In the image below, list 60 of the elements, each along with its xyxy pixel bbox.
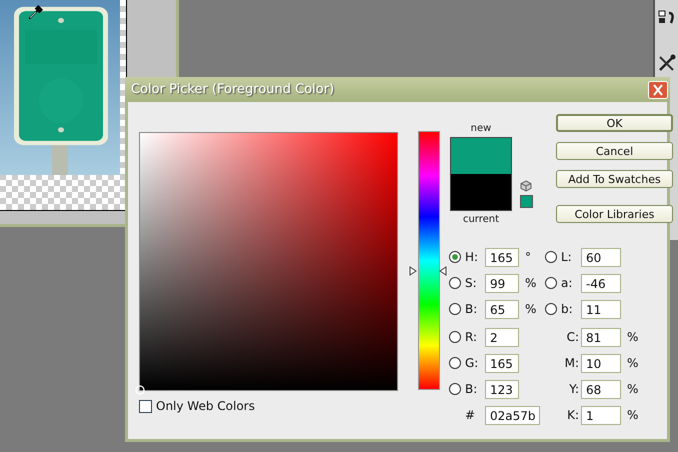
field-label: # xyxy=(465,408,476,422)
field-label: b: xyxy=(561,302,574,316)
field-label: H: xyxy=(465,250,480,264)
field-label: M: xyxy=(564,356,580,370)
unit-label: % xyxy=(626,382,637,396)
input-field[interactable]: 02a57b xyxy=(485,406,540,424)
dialog-button[interactable]: Cancel xyxy=(556,142,673,160)
input-field[interactable]: 1 xyxy=(581,406,621,424)
cube-icon[interactable] xyxy=(520,180,532,192)
radio-button[interactable] xyxy=(449,251,461,263)
input-field[interactable]: 81 xyxy=(581,328,621,346)
dialog-button[interactable]: OK xyxy=(556,114,673,132)
unit-label: % xyxy=(626,356,637,370)
field-label: Y: xyxy=(568,382,580,396)
input-field[interactable]: 60 xyxy=(581,248,621,266)
input-field[interactable]: 123 xyxy=(485,380,519,398)
unit-label: ° xyxy=(524,250,532,264)
dialog-title: Color Picker (Foreground Color) xyxy=(131,82,334,97)
radio-button[interactable] xyxy=(449,303,461,315)
field-label: B: xyxy=(465,302,478,316)
checkbox[interactable] xyxy=(139,400,152,412)
radio-button[interactable] xyxy=(449,383,461,395)
input-field[interactable]: 2 xyxy=(485,328,519,346)
field-label: S: xyxy=(465,276,478,290)
input-field[interactable]: 11 xyxy=(581,300,621,318)
close-icon[interactable] xyxy=(648,80,668,98)
field-label: a: xyxy=(561,276,574,290)
input-field[interactable]: 165 xyxy=(485,248,519,266)
hue-slider[interactable] xyxy=(409,131,447,390)
field-label: R: xyxy=(465,330,478,344)
field-label: L: xyxy=(561,250,573,264)
radio-button[interactable] xyxy=(545,251,557,263)
unit-label: % xyxy=(524,302,538,316)
unit-label: % xyxy=(524,276,538,290)
radio-button[interactable] xyxy=(449,357,461,369)
input-field[interactable]: 68 xyxy=(581,380,621,398)
swatch-label: new xyxy=(470,122,492,135)
unit-label: % xyxy=(626,330,637,344)
input-field[interactable]: 10 xyxy=(581,354,621,372)
radio-button[interactable] xyxy=(449,331,461,343)
input-field[interactable]: 99 xyxy=(485,274,519,292)
field-label: K: xyxy=(566,408,580,422)
web-color-swatch[interactable] xyxy=(520,195,532,208)
radio-button[interactable] xyxy=(545,303,557,315)
field-label: C: xyxy=(566,330,580,344)
field-label: G: xyxy=(465,356,480,370)
input-field[interactable]: -46 xyxy=(581,274,621,292)
color-marker-icon xyxy=(135,385,145,395)
radio-button[interactable] xyxy=(449,277,461,289)
slider-handle[interactable] xyxy=(409,266,447,276)
swatch-label: current xyxy=(462,213,500,226)
dialog-button[interactable]: Add To Swatches xyxy=(556,170,673,188)
unit-label: % xyxy=(626,408,637,422)
field-label: B: xyxy=(465,382,478,396)
radio-button[interactable] xyxy=(545,277,557,289)
input-field[interactable]: 165 xyxy=(485,354,519,372)
eyedropper-icon xyxy=(28,4,44,20)
checkbox-label: Only Web Colors xyxy=(156,399,255,413)
dialog-button[interactable]: Color Libraries xyxy=(556,205,673,223)
input-field[interactable]: 65 xyxy=(485,300,519,318)
